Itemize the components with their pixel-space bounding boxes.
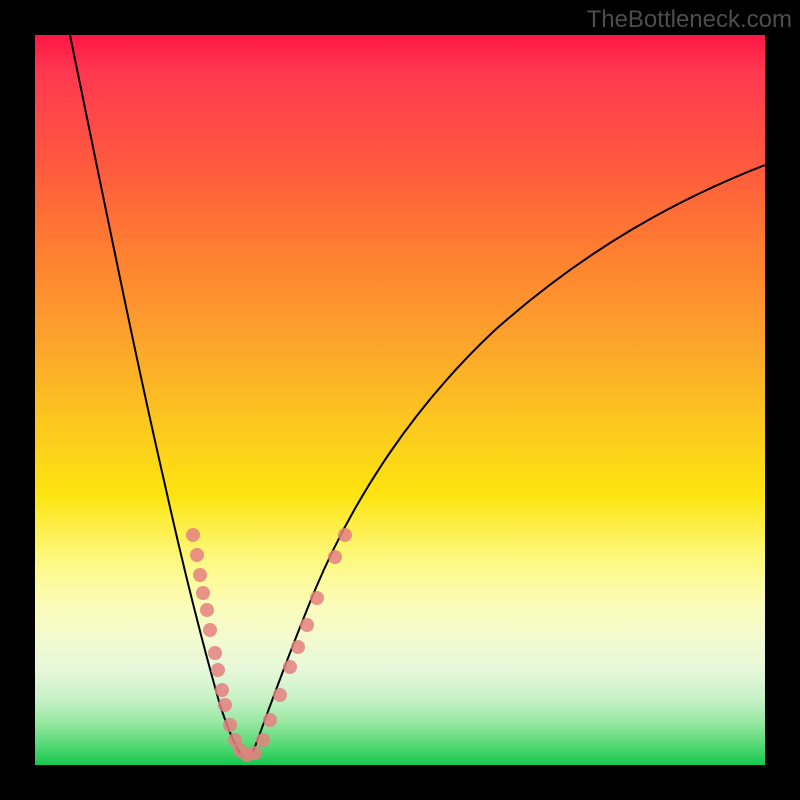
chart-container: TheBottleneck.com — [0, 0, 800, 800]
plot-area — [35, 35, 765, 765]
watermark: TheBottleneck.com — [587, 6, 792, 34]
right-curve — [251, 165, 765, 757]
curves-svg — [35, 35, 765, 765]
